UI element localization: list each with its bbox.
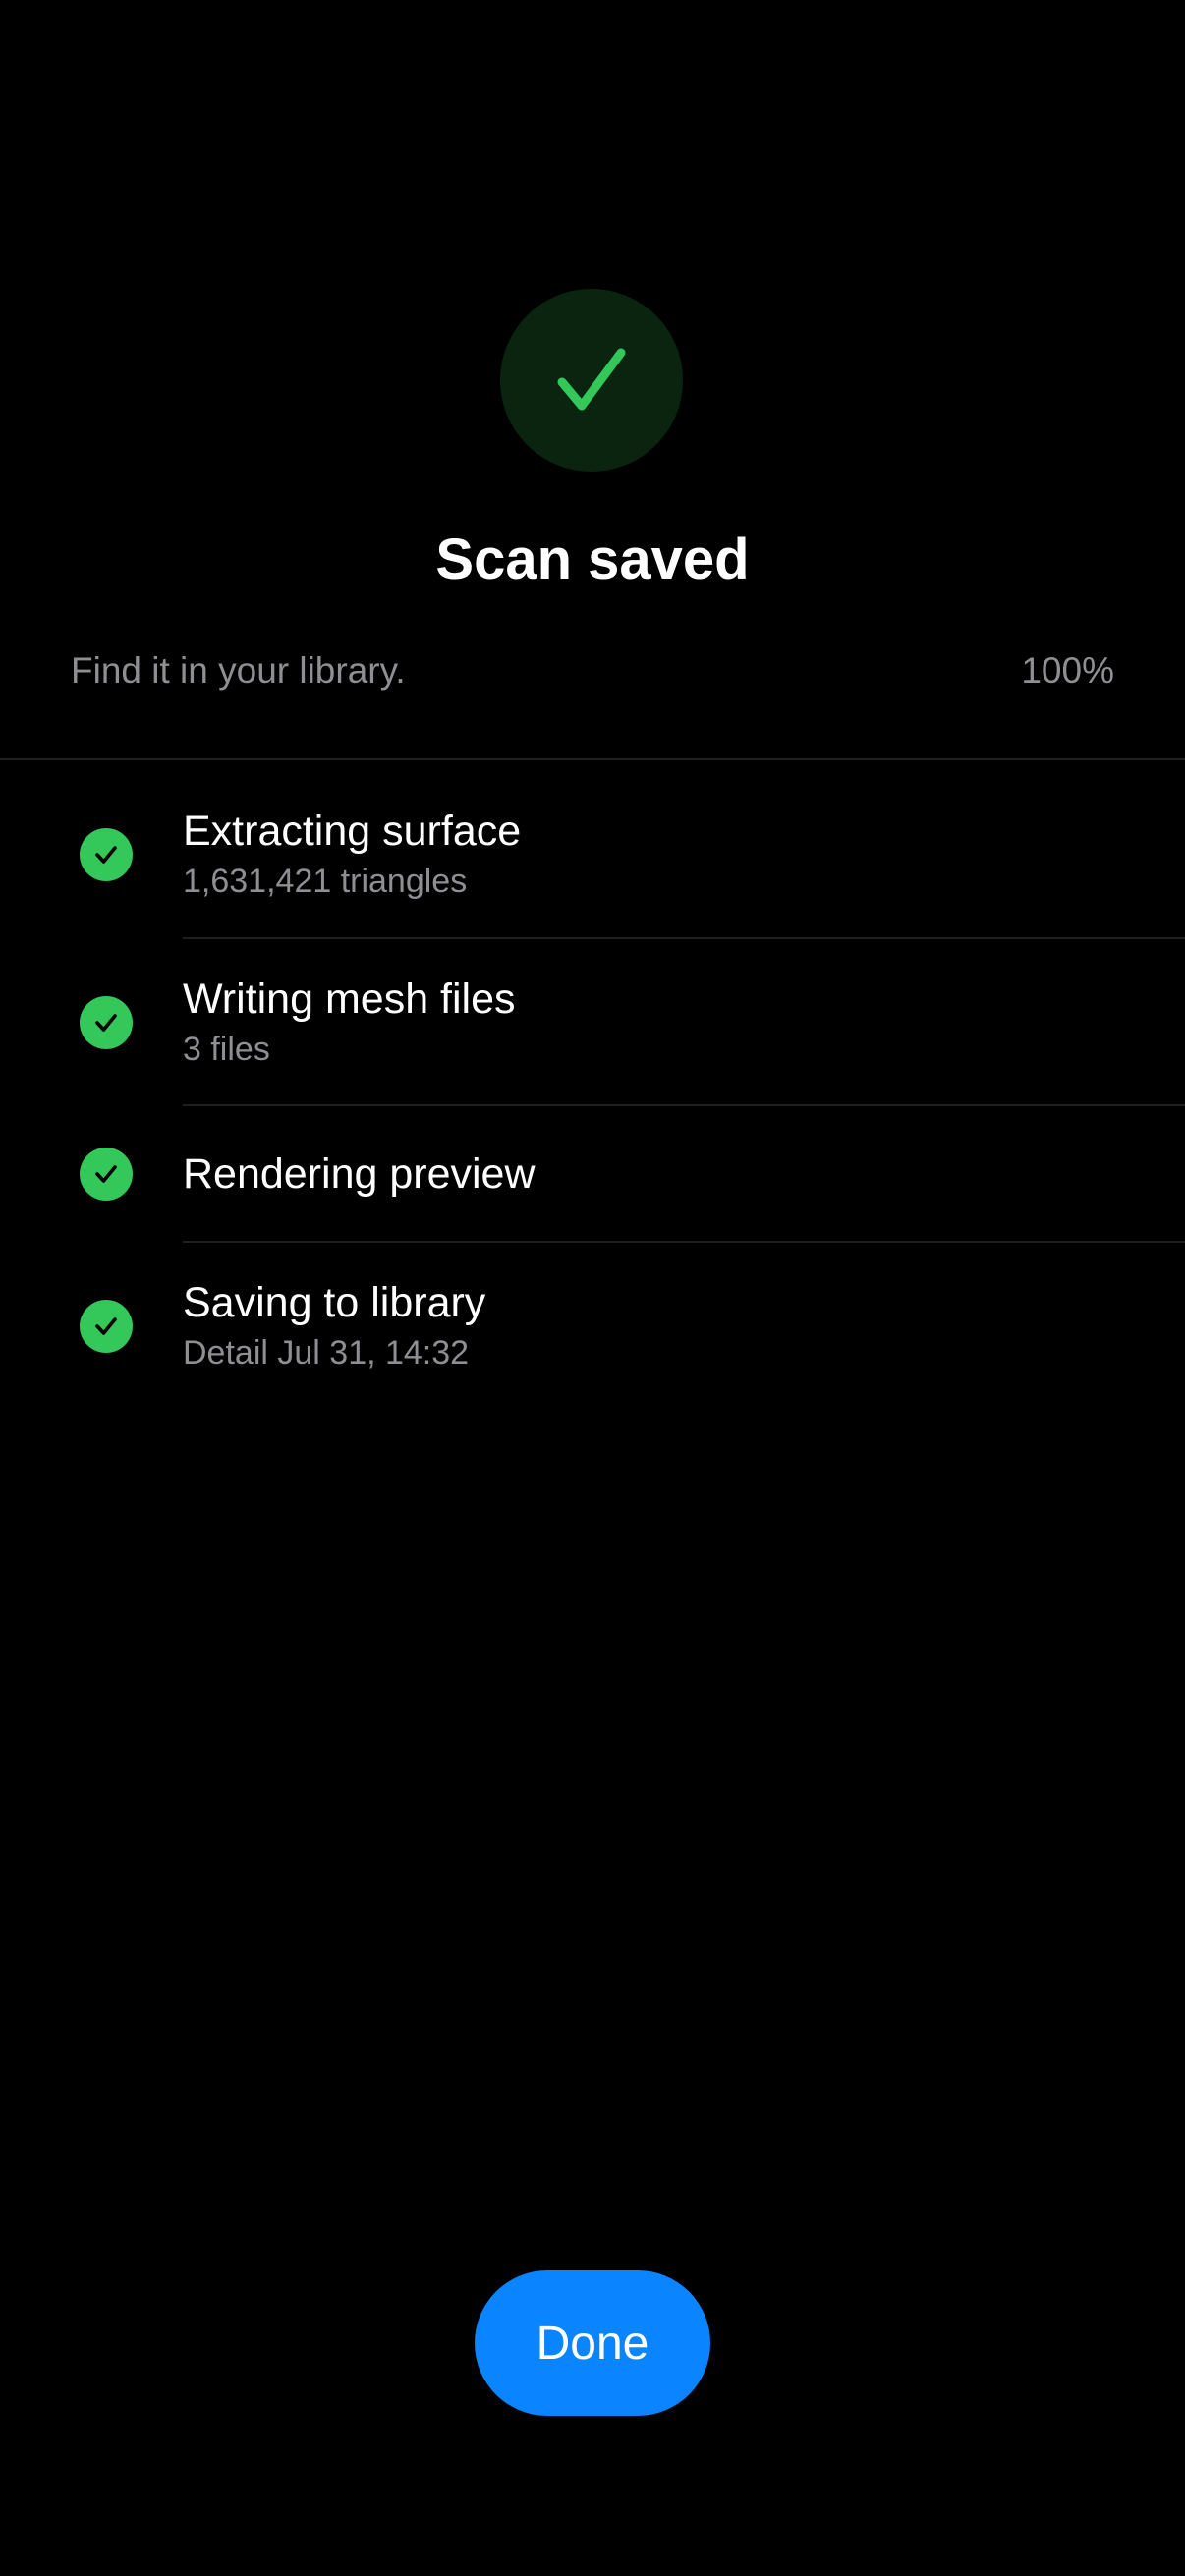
checkmark-circle-icon xyxy=(80,996,133,1049)
page-title: Scan saved xyxy=(435,528,750,591)
progress-percent: 100% xyxy=(1021,650,1114,691)
success-badge xyxy=(500,289,683,472)
step-list: Extracting surface 1,631,421 triangles W… xyxy=(0,760,1185,1410)
step-item-extracting-surface: Extracting surface 1,631,421 triangles xyxy=(0,760,1185,939)
step-item-saving-to-library: Saving to library Detail Jul 31, 14:32 xyxy=(0,1243,1185,1410)
checkmark-circle-icon xyxy=(80,1300,133,1353)
checkmark-circle-icon xyxy=(80,828,133,881)
step-detail: 3 files xyxy=(183,1031,270,1068)
step-label: Saving to library xyxy=(183,1279,486,1326)
step-detail: Detail Jul 31, 14:32 xyxy=(183,1334,470,1372)
step-label: Rendering preview xyxy=(183,1150,536,1198)
step-label: Extracting surface xyxy=(183,808,522,855)
status-subtitle: Find it in your library. xyxy=(71,650,406,691)
done-button[interactable]: Done xyxy=(475,2270,710,2416)
step-item-rendering-preview: Rendering preview xyxy=(0,1106,1185,1243)
step-label: Writing mesh files xyxy=(183,976,516,1023)
step-item-writing-mesh-files: Writing mesh files 3 files xyxy=(0,939,1185,1106)
checkmark-icon xyxy=(557,348,626,411)
status-row: Find it in your library. 100% xyxy=(71,644,1114,699)
step-detail: 1,631,421 triangles xyxy=(183,863,468,900)
checkmark-circle-icon xyxy=(80,1148,133,1201)
